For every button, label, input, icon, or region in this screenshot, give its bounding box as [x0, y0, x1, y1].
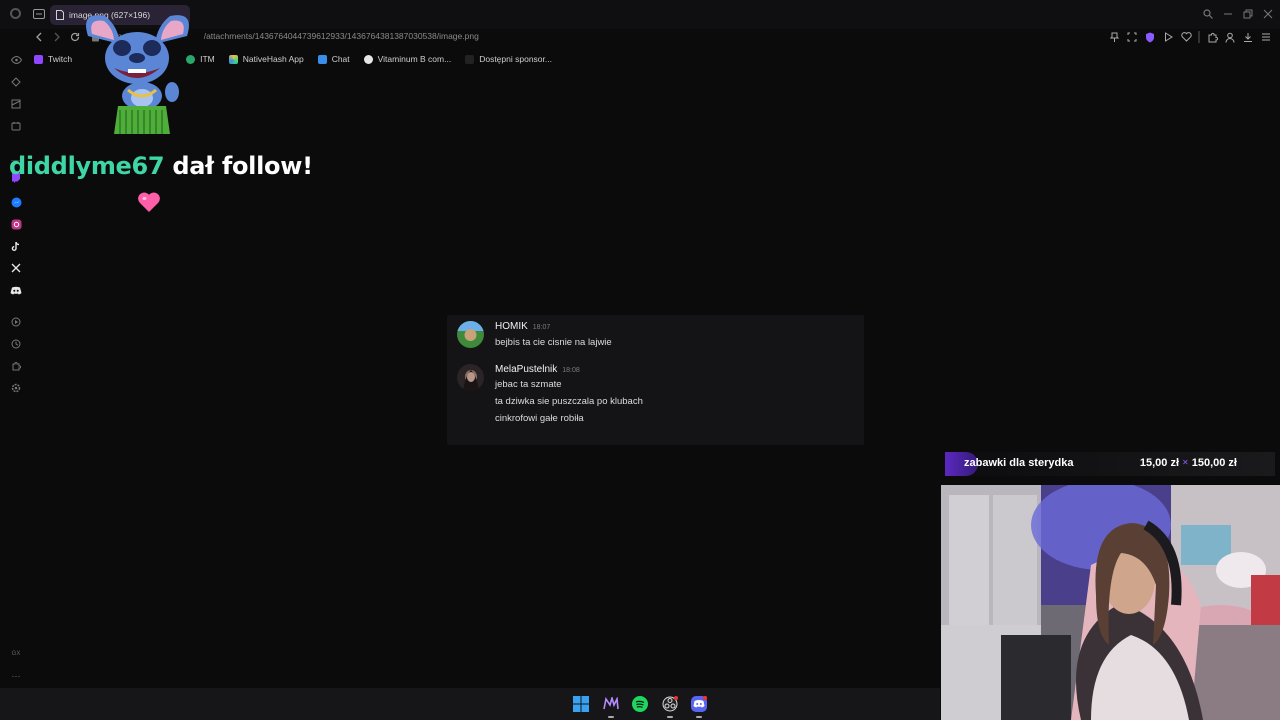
url-path: /attachments/1436764044739612933/1436764…	[203, 31, 479, 41]
obs-icon[interactable]	[661, 695, 679, 718]
eye-icon[interactable]	[10, 54, 22, 66]
tiktok-icon[interactable]	[10, 240, 22, 252]
more-icon[interactable]: ···	[10, 670, 22, 682]
gx-label: GX	[11, 651, 21, 657]
messenger-icon[interactable]	[10, 196, 22, 208]
nativehash-icon	[228, 54, 238, 64]
history-icon[interactable]	[10, 338, 22, 350]
message-author: HOMIK 18:07	[495, 321, 550, 332]
author-name: HOMIK	[495, 321, 528, 332]
minimize-icon[interactable]	[1222, 5, 1234, 23]
bookmark-twitch[interactable]: Twitch	[34, 54, 72, 64]
opera-gx-logo-icon[interactable]	[10, 8, 21, 19]
account-icon[interactable]	[1224, 31, 1236, 43]
heart-emoji-icon	[138, 192, 160, 212]
follow-message: dał follow!	[164, 152, 313, 180]
goal-target: 150,00 zł	[1191, 457, 1237, 469]
menu-icon[interactable]	[1260, 31, 1272, 43]
gx-corner-icon[interactable]	[10, 98, 22, 110]
goal-title: zabawki dla sterydka	[964, 457, 1074, 469]
message-time: 18:07	[532, 324, 551, 331]
running-indicator	[608, 716, 614, 718]
settings-icon[interactable]	[10, 382, 22, 394]
search-tabs-icon[interactable]	[1202, 5, 1214, 23]
restore-icon[interactable]	[1242, 5, 1254, 23]
message-author: MelaPustelnik 18:08	[495, 364, 580, 375]
extensions-icon[interactable]	[1206, 31, 1218, 43]
file-icon	[56, 10, 64, 20]
windows-start-icon[interactable]	[572, 695, 590, 713]
window-controls	[1202, 5, 1274, 23]
message-melapustelnik: MelaPustelnik 18:08 jebac ta szmate ta dz…	[457, 364, 857, 434]
bookmark-sponsor[interactable]: Dostępni sponsor...	[465, 54, 552, 64]
donation-goal-bar: zabawki dla sterydka 15,00 zł ✕ 150,00 zł	[945, 452, 1275, 476]
author-name: MelaPustelnik	[495, 364, 558, 375]
bookmark-label: Dostępni sponsor...	[479, 54, 552, 64]
close-icon[interactable]	[1262, 5, 1274, 23]
forward-icon[interactable]	[50, 29, 64, 45]
bookmark-label: ITM	[200, 54, 215, 64]
player-icon[interactable]	[1162, 31, 1174, 43]
goal-current: 15,00 zł	[1139, 457, 1180, 469]
back-icon[interactable]	[32, 29, 46, 45]
avatar-homik	[457, 321, 484, 348]
webcam-feed	[941, 485, 1280, 720]
x-twitter-icon[interactable]	[10, 262, 22, 274]
heart-icon[interactable]	[1180, 31, 1192, 43]
goal-amount: 15,00 zł ✕ 150,00 zł	[1140, 457, 1237, 469]
extensions-sidebar-icon[interactable]	[10, 360, 22, 372]
tab-list-icon[interactable]	[33, 9, 45, 19]
gx-cleaner-icon[interactable]	[10, 120, 22, 132]
toolbar-divider	[1198, 31, 1200, 43]
bookmark-vitamin[interactable]: Vitaminum B com...	[363, 54, 452, 64]
instagram-icon[interactable]	[10, 218, 22, 230]
toolbar-right	[1108, 29, 1272, 45]
message-homik: HOMIK 18:07 bejbis ta cie cisnie na lajwi…	[457, 321, 857, 351]
spotify-icon[interactable]	[631, 695, 649, 713]
avatar-melapustelnik	[457, 364, 484, 391]
discord-taskbar-icon[interactable]	[690, 695, 708, 718]
snapshot-icon[interactable]	[1126, 31, 1138, 43]
bookmark-chat[interactable]: Chat	[317, 54, 350, 64]
sponsor-icon	[465, 54, 475, 64]
windows-taskbar	[0, 688, 940, 720]
message-line: cinkrofowi gałe robiła	[495, 413, 584, 424]
follow-alert-text: diddlyme67 dał follow!	[9, 152, 313, 180]
twitch-icon	[34, 54, 43, 64]
download-icon[interactable]	[1242, 31, 1254, 43]
vitamin-icon	[363, 54, 373, 64]
message-line: bejbis ta cie cisnie na lajwie	[495, 337, 612, 348]
message-time: 18:08	[562, 367, 580, 374]
running-indicator	[667, 716, 673, 718]
bookmark-nativehash[interactable]: NativeHash App	[228, 54, 304, 64]
goal-separator-icon: ✕	[1182, 458, 1189, 467]
follower-username: diddlyme67	[9, 152, 165, 180]
discord-icon[interactable]	[10, 284, 22, 296]
bookmark-label: Twitch	[48, 54, 73, 64]
bookmark-label: Vitaminum B com...	[377, 54, 452, 64]
message-line: jebac ta szmate	[495, 379, 562, 390]
opera-gx-icon[interactable]	[602, 695, 620, 718]
discord-screenshot: HOMIK 18:07 bejbis ta cie cisnie na lajwi…	[447, 315, 864, 445]
player-sidebar-icon[interactable]	[10, 316, 22, 328]
address-bar: cdn/attachments/1436764044739612933/1436…	[30, 29, 1280, 45]
pin-icon[interactable]	[1108, 31, 1120, 43]
vpn-shield-icon[interactable]	[1144, 31, 1156, 43]
running-indicator	[696, 716, 702, 718]
message-line: ta dziwka sie puszczala po klubach	[495, 396, 643, 407]
stitch-alert-image	[86, 15, 189, 134]
bookmark-label: Chat	[331, 54, 350, 64]
chat-icon	[317, 54, 327, 64]
bookmark-label: NativeHash App	[242, 54, 304, 64]
opera-sidebar: GX ···	[0, 48, 32, 688]
gx-control-icon[interactable]	[10, 76, 22, 88]
